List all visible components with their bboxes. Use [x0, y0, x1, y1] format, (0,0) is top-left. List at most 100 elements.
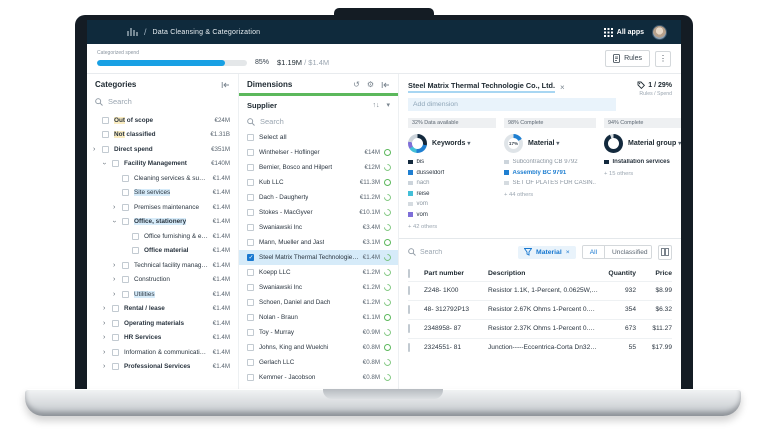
- supplier-search[interactable]: [239, 113, 398, 131]
- user-avatar[interactable]: [652, 24, 667, 40]
- supplier-row[interactable]: Bernier, Bosco and Hilpert €12M: [239, 160, 398, 175]
- sort-icon[interactable]: ↑↓: [372, 102, 379, 109]
- keyword-item[interactable]: reise: [408, 191, 496, 197]
- supplier-checkbox[interactable]: [247, 374, 254, 381]
- supplier-row[interactable]: Kub LLC €11.3M: [239, 175, 398, 190]
- category-row[interactable]: Operating materials €1.4M: [87, 316, 238, 331]
- material-dropdown[interactable]: Material ▾: [528, 140, 559, 147]
- material-group-item[interactable]: Installation services: [604, 159, 681, 165]
- rules-button[interactable]: Rules: [605, 50, 650, 67]
- category-row[interactable]: Site services €1.4M: [87, 186, 238, 201]
- category-row[interactable]: Technical facility management €1.4M: [87, 258, 238, 273]
- add-dimension-input[interactable]: [408, 98, 616, 111]
- chevron-icon[interactable]: [113, 204, 122, 211]
- category-row[interactable]: Rental / lease €1.4M: [87, 302, 238, 317]
- material-filter-chip[interactable]: Material ×: [518, 245, 576, 259]
- supplier-row[interactable]: Swaniawski Inc €3.4M: [239, 220, 398, 235]
- keyword-item[interactable]: bis: [408, 159, 496, 165]
- collapse-panel-icon[interactable]: [221, 81, 230, 89]
- chevron-icon[interactable]: [103, 160, 112, 167]
- supplier-checkbox[interactable]: [247, 299, 254, 306]
- keywords-dropdown[interactable]: Keywords ▾: [432, 140, 470, 147]
- close-icon[interactable]: ×: [560, 83, 565, 92]
- category-checkbox[interactable]: [112, 160, 119, 168]
- category-row[interactable]: Professional Services €1.4M: [87, 360, 238, 375]
- chevron-icon[interactable]: [103, 334, 112, 341]
- chevron-icon[interactable]: [93, 146, 102, 153]
- supplier-checkbox[interactable]: [247, 254, 254, 261]
- supplier-checkbox[interactable]: [247, 284, 254, 291]
- material-group-dropdown[interactable]: Material group ▾: [628, 140, 681, 147]
- chevron-icon[interactable]: [103, 305, 112, 312]
- chevron-icon[interactable]: [103, 349, 112, 356]
- category-checkbox[interactable]: [122, 174, 129, 182]
- category-row[interactable]: HR Services €1.4M: [87, 331, 238, 346]
- row-checkbox[interactable]: [408, 286, 410, 295]
- category-row[interactable]: Facility Management €140M: [87, 157, 238, 172]
- category-row[interactable]: Construction €1.4M: [87, 273, 238, 288]
- category-checkbox[interactable]: [122, 203, 129, 211]
- supplier-checkbox[interactable]: [247, 329, 254, 336]
- supplier-row[interactable]: Gerlach LLC €0.8M: [239, 355, 398, 370]
- category-checkbox[interactable]: [102, 116, 109, 124]
- category-row[interactable]: Office, stationery €1.4M: [87, 215, 238, 230]
- category-checkbox[interactable]: [122, 189, 129, 197]
- row-checkbox[interactable]: [408, 305, 410, 314]
- chevron-icon[interactable]: [113, 218, 122, 225]
- table-row[interactable]: 48- 312792P13 Resistor 2.67K Ohms 1-Perc…: [408, 299, 672, 319]
- toggle-all[interactable]: All: [582, 246, 606, 258]
- table-row[interactable]: Z248- 1K00 Resistor 1.1K, 1-Percent, 0.0…: [408, 280, 672, 300]
- supplier-row[interactable]: Nolan - Braun €1.1M: [239, 310, 398, 325]
- chevron-icon[interactable]: [103, 320, 112, 327]
- keywords-others-link[interactable]: + 42 others: [408, 224, 496, 230]
- gear-icon[interactable]: ⚙: [367, 80, 374, 89]
- table-row[interactable]: 2324551- 81 Junction-----Eccentrica-Cort…: [408, 337, 672, 357]
- history-icon[interactable]: ↺: [353, 80, 360, 89]
- supplier-checkbox[interactable]: [247, 209, 254, 216]
- category-row[interactable]: Information & communication technol... €…: [87, 345, 238, 360]
- category-checkbox[interactable]: [112, 348, 119, 356]
- supplier-row[interactable]: Steel Matrix Thermal Technologie Co., Lt…: [239, 250, 398, 265]
- more-options-button[interactable]: ⋮: [655, 50, 671, 67]
- supplier-row[interactable]: Dach - Daugherty €11.2M: [239, 190, 398, 205]
- categories-search[interactable]: [87, 93, 238, 111]
- category-checkbox[interactable]: [112, 363, 119, 371]
- supplier-checkbox[interactable]: [247, 269, 254, 276]
- supplier-row[interactable]: Winthelser - Hoflinger €14M: [239, 145, 398, 160]
- material-item[interactable]: Assembly BC 9791: [504, 170, 596, 176]
- category-row[interactable]: Office material €1.4M: [87, 244, 238, 259]
- category-row[interactable]: Direct spend €351M: [87, 142, 238, 157]
- material-item[interactable]: Subcontracting CB 9792: [504, 159, 596, 165]
- chevron-icon[interactable]: [113, 262, 122, 269]
- supplier-row[interactable]: Schoen, Daniel and Dach €1.2M: [239, 295, 398, 310]
- supplier-checkbox[interactable]: [247, 359, 254, 366]
- table-row[interactable]: 2348958- 87 Resistor 2.37K Ohms 1-Percen…: [408, 318, 672, 338]
- app-logo-icon[interactable]: [127, 27, 138, 37]
- category-checkbox[interactable]: [112, 305, 119, 313]
- supplier-checkbox[interactable]: [247, 344, 254, 351]
- supplier-checkbox[interactable]: [247, 314, 254, 321]
- category-row[interactable]: Not classified €1.31B: [87, 128, 238, 143]
- category-checkbox[interactable]: [122, 218, 129, 226]
- keyword-item[interactable]: vom: [408, 212, 496, 218]
- category-checkbox[interactable]: [112, 334, 119, 342]
- category-row[interactable]: Office furnishing & equipment €1.4M: [87, 229, 238, 244]
- supplier-checkbox[interactable]: [247, 224, 254, 231]
- supplier-row[interactable]: Swaniawski Inc €1.2M: [239, 280, 398, 295]
- supplier-row[interactable]: Toy - Murray €0.9M: [239, 325, 398, 340]
- toggle-unclassified[interactable]: Unclassified: [605, 246, 651, 258]
- category-checkbox[interactable]: [122, 276, 129, 284]
- supplier-row[interactable]: Koepp LLC €1.2M: [239, 265, 398, 280]
- material-others-link[interactable]: + 44 others: [504, 192, 596, 198]
- category-row[interactable]: Cleaning services & supplies €1.4M: [87, 171, 238, 186]
- category-row[interactable]: Utilities €1.4M: [87, 287, 238, 302]
- category-checkbox[interactable]: [132, 232, 139, 240]
- material-item[interactable]: SET OF PLATES FOR CASIN...: [504, 180, 596, 186]
- supplier-checkbox[interactable]: [247, 194, 254, 201]
- chevron-icon[interactable]: [103, 363, 112, 370]
- category-checkbox[interactable]: [102, 145, 109, 153]
- chevron-down-icon[interactable]: ▾: [386, 102, 390, 109]
- all-apps-button[interactable]: All apps: [603, 27, 644, 37]
- supplier-row[interactable]: Johns, King and Wuelchi €0.8M: [239, 340, 398, 355]
- select-all-checkbox[interactable]: [247, 134, 254, 141]
